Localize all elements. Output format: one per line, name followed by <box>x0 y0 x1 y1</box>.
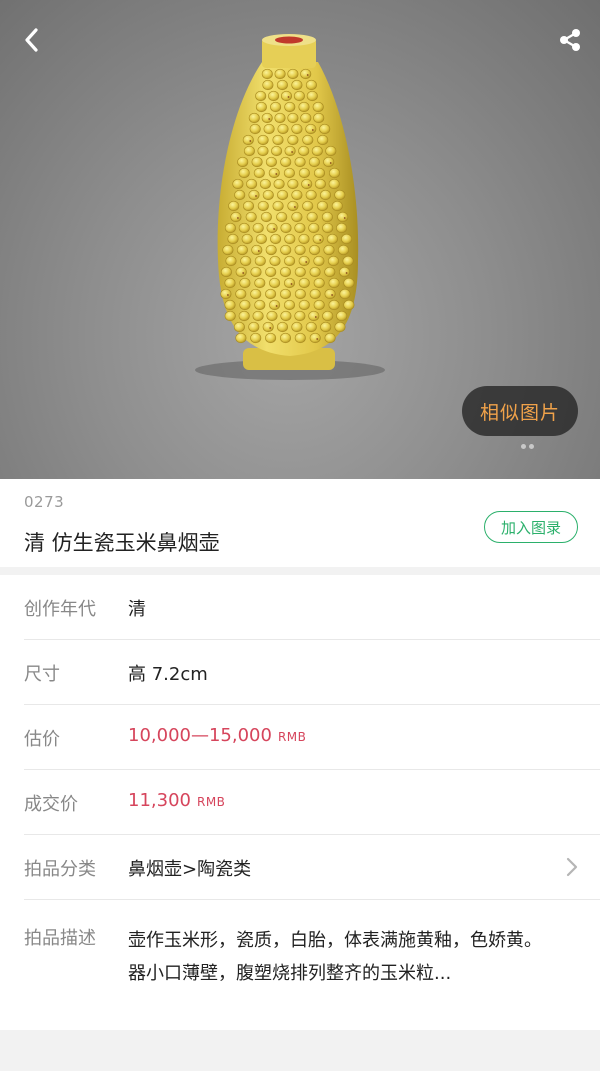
category-value: 鼻烟壶>陶瓷类 <box>128 859 252 880</box>
share-icon <box>560 29 580 51</box>
share-button[interactable] <box>548 20 592 60</box>
estimate-value-group: 10,000—15,000 RMB <box>128 725 306 746</box>
add-to-catalog-button[interactable]: 加入图录 <box>484 511 578 543</box>
lot-detail-page: 相似图片 0273 清 仿生瓷玉米鼻烟壶 加入图录 创作年代 清 尺寸 高 7.… <box>0 0 600 1071</box>
detail-row-category[interactable]: 拍品分类 鼻烟壶>陶瓷类 <box>0 835 600 900</box>
similar-images-label: 相似图片 <box>479 401 560 424</box>
lot-details: 创作年代 清 尺寸 高 7.2cm 估价 10,000—15,000 RMB 成交… <box>0 575 600 1030</box>
size-value: 高 7.2cm <box>128 664 208 685</box>
lot-number: 0273 <box>24 493 65 511</box>
size-label: 尺寸 <box>24 664 60 685</box>
similar-images-button[interactable]: 相似图片 <box>462 386 578 436</box>
detail-row-estimate: 估价 10,000—15,000 RMB <box>0 705 600 770</box>
back-button[interactable] <box>12 20 52 60</box>
chevron-right-icon <box>566 857 578 877</box>
lot-title: 清 仿生瓷玉米鼻烟壶 <box>24 531 220 555</box>
detail-row-era: 创作年代 清 <box>0 575 600 640</box>
detail-row-description: 拍品描述 壶作玉米形，瓷质，白胎，体表满施黄釉，色娇黄。器小口薄壁，腹塑烧排列整… <box>0 900 600 1030</box>
lot-title-card: 0273 清 仿生瓷玉米鼻烟壶 加入图录 <box>0 479 600 567</box>
detail-row-size: 尺寸 高 7.2cm <box>0 640 600 705</box>
lot-image[interactable]: 相似图片 <box>0 0 600 479</box>
estimate-value: 10,000—15,000 <box>128 725 272 746</box>
image-pager-dots <box>521 434 551 449</box>
description-value: 壶作玉米形，瓷质，白胎，体表满施黄釉，色娇黄。器小口薄壁，腹塑烧排列整齐的玉米粒… <box>128 930 542 984</box>
add-to-catalog-label: 加入图录 <box>500 518 561 537</box>
description-label: 拍品描述 <box>24 928 96 949</box>
sold-value: 11,300 <box>128 790 191 811</box>
estimate-label: 估价 <box>24 729 60 750</box>
sold-value-group: 11,300 RMB <box>128 790 225 811</box>
era-label: 创作年代 <box>24 599 96 620</box>
detail-row-sold: 成交价 11,300 RMB <box>0 770 600 835</box>
chevron-left-icon <box>25 28 38 52</box>
category-label: 拍品分类 <box>24 859 96 880</box>
sold-label: 成交价 <box>24 794 78 815</box>
era-value: 清 <box>128 599 146 620</box>
estimate-unit: RMB <box>277 730 307 744</box>
bottom-spacer <box>0 1030 600 1071</box>
sold-unit: RMB <box>196 795 226 809</box>
